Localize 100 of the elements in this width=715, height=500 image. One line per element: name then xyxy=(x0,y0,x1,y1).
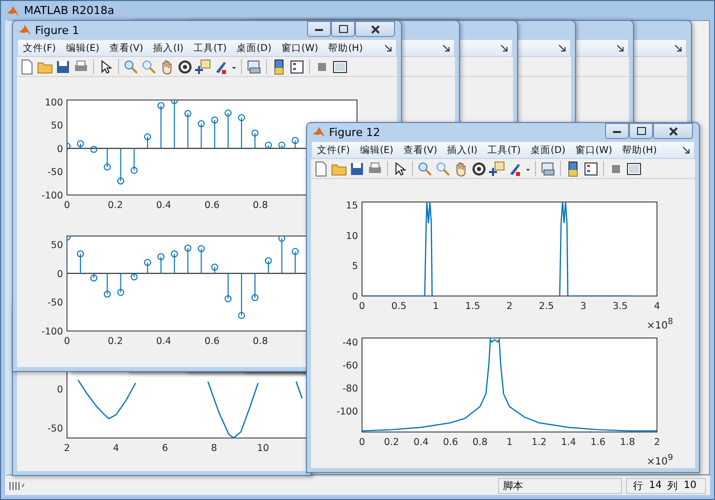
menu-item[interactable]: 窗口(W) xyxy=(570,144,618,156)
stem-marker xyxy=(211,264,218,274)
dock-icon[interactable] xyxy=(385,45,392,52)
save-icon[interactable] xyxy=(55,58,71,74)
window-title: Figure 1 xyxy=(35,24,80,36)
menu-item[interactable]: 工具(T) xyxy=(482,144,526,156)
menu-item[interactable]: 插入(I) xyxy=(148,42,188,54)
point xyxy=(251,130,258,137)
y-tick-label: 0 xyxy=(56,144,63,155)
menu-item[interactable]: 插入(I) xyxy=(442,144,482,156)
dock-icon[interactable] xyxy=(617,45,624,52)
point xyxy=(144,133,152,140)
zoom-in-icon[interactable] xyxy=(123,58,139,74)
stem-marker xyxy=(90,272,98,282)
menu-item[interactable]: 文件(F) xyxy=(18,42,61,54)
point xyxy=(76,250,84,258)
x-tick-label: 0.8 xyxy=(252,200,268,211)
maximize-icon xyxy=(338,25,348,33)
stem-marker xyxy=(157,253,164,274)
y-tick-label: -60 xyxy=(342,360,358,372)
point xyxy=(104,164,111,171)
dock-icon[interactable] xyxy=(443,45,450,52)
point xyxy=(278,236,286,242)
x-tick-label: 0.2 xyxy=(108,200,123,211)
x-tick-label: 2.5 xyxy=(538,301,554,312)
y-tick-label: -50 xyxy=(47,167,63,178)
point xyxy=(184,110,192,118)
stem-marker xyxy=(130,148,138,174)
y-tick-label: 0 xyxy=(352,292,358,302)
app-title: MATLAB R2018a xyxy=(24,4,114,17)
stem-marker xyxy=(117,148,124,185)
layout-grip-icon[interactable] xyxy=(9,480,25,490)
window-title: Figure 12 xyxy=(329,126,380,138)
file-type-label: 脚本 xyxy=(498,478,622,494)
point xyxy=(211,264,218,271)
y-tick-label: 15 xyxy=(346,200,358,212)
zoom-out-icon[interactable] xyxy=(435,160,451,176)
stem-marker xyxy=(104,148,111,171)
dock-icon[interactable] xyxy=(675,45,682,52)
close-button[interactable] xyxy=(653,123,693,139)
minimize-button[interactable] xyxy=(307,21,331,37)
stem-marker xyxy=(90,146,98,153)
menu-item[interactable]: 工具(T) xyxy=(188,42,232,54)
point xyxy=(117,288,124,296)
maximize-button[interactable] xyxy=(629,123,653,139)
dock-icon[interactable] xyxy=(501,45,508,52)
minimize-button[interactable] xyxy=(605,123,629,139)
zoom-in-icon[interactable] xyxy=(417,160,433,176)
menu-item[interactable]: 编辑(E) xyxy=(354,144,398,156)
y-tick-label: -100 xyxy=(336,406,358,418)
x-tick-label: 0 xyxy=(64,336,70,347)
point xyxy=(224,110,232,117)
menu-item[interactable]: 文件(F) xyxy=(312,144,355,156)
x-tick-label: 4 xyxy=(112,443,120,454)
point xyxy=(117,178,124,185)
data-cursor-icon[interactable] xyxy=(489,160,505,176)
data-cursor-icon[interactable] xyxy=(195,58,211,74)
dock-icon[interactable] xyxy=(559,45,566,52)
menu-item[interactable]: 查看(V) xyxy=(104,42,148,54)
menu-item[interactable]: 桌面(D) xyxy=(526,144,570,156)
matlab-logo-icon xyxy=(19,24,31,36)
close-button[interactable] xyxy=(355,21,395,37)
menu-item[interactable]: 帮助(H) xyxy=(323,42,368,54)
x-tick-label: 1.6 xyxy=(590,437,606,448)
stem-marker xyxy=(211,116,218,149)
point xyxy=(238,114,246,122)
x-tick-label: 0.6 xyxy=(204,336,220,347)
menu-item[interactable]: 帮助(H) xyxy=(617,144,662,156)
x-tick-label: 0 xyxy=(64,200,70,211)
window-icon[interactable] xyxy=(626,160,642,176)
x-tick-label: 3.5 xyxy=(612,301,628,312)
x-tick-label: 1 xyxy=(432,301,439,312)
x-tick-label: 6 xyxy=(162,443,168,454)
x-tick-label: 0 xyxy=(358,437,366,448)
menu-item[interactable]: 桌面(D) xyxy=(232,42,276,54)
legend-icon[interactable] xyxy=(289,58,305,74)
stem-marker xyxy=(117,272,124,296)
window-icon[interactable] xyxy=(332,58,348,74)
menu-item[interactable]: 编辑(E) xyxy=(60,42,104,54)
axis-exponent: ×10$^{8}$ xyxy=(646,316,673,332)
save-icon[interactable] xyxy=(349,160,365,176)
dock-icon[interactable] xyxy=(683,147,690,154)
window-link-icon[interactable] xyxy=(540,160,556,176)
menu-item[interactable]: 窗口(W) xyxy=(276,42,324,54)
rotate-icon[interactable] xyxy=(471,160,487,176)
y-tick-label: 0 xyxy=(56,268,63,280)
y-tick-label: 10 xyxy=(346,230,358,242)
line-label: 行 xyxy=(633,480,643,492)
legend-icon[interactable] xyxy=(583,160,599,176)
stem-marker xyxy=(76,250,84,274)
stem-marker xyxy=(278,142,286,149)
y-tick-label: 5 xyxy=(352,261,358,272)
zoom-out-icon[interactable] xyxy=(141,58,157,74)
point xyxy=(104,290,111,298)
rotate-icon[interactable] xyxy=(177,58,193,74)
menu-item[interactable]: 查看(V) xyxy=(398,144,442,156)
y-tick-label: -100 xyxy=(41,326,63,338)
x-tick-label: 2 xyxy=(654,437,660,448)
window-link-icon[interactable] xyxy=(246,58,262,74)
maximize-button[interactable] xyxy=(331,21,355,37)
